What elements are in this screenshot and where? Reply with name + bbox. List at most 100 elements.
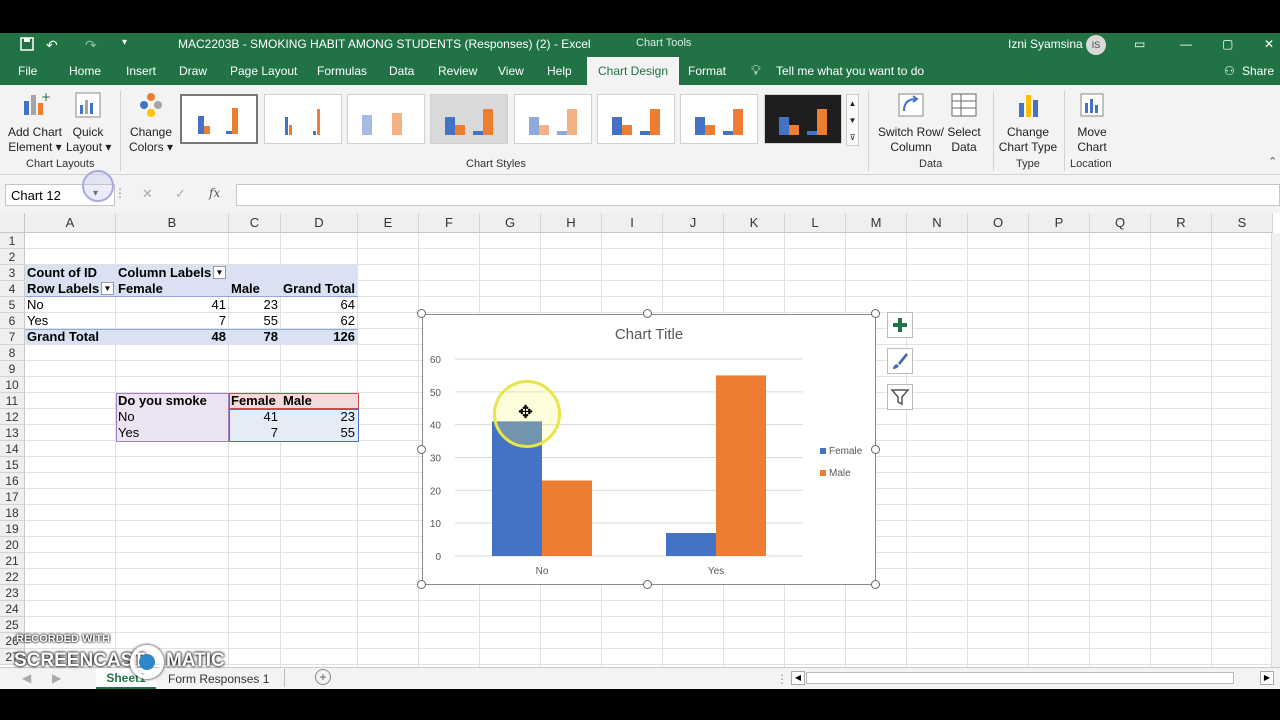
share-button[interactable]: Share — [1242, 64, 1274, 78]
column-header[interactable]: P — [1029, 213, 1090, 233]
customize-icon[interactable]: ▾ — [122, 37, 127, 48]
row-header[interactable]: 18 — [0, 505, 25, 521]
switch-row-column-button[interactable]: Switch Row/ Column — [876, 91, 946, 155]
quick-layout-button[interactable]: Quick Layout ▾ — [66, 91, 111, 155]
save-icon[interactable] — [20, 37, 34, 54]
row-header[interactable]: 25 — [0, 617, 25, 633]
column-header[interactable]: N — [907, 213, 968, 233]
user-name[interactable]: Izni Syamsina — [1008, 37, 1083, 51]
vertical-scrollbar[interactable] — [1271, 233, 1280, 667]
cancel-icon[interactable]: ✕ — [142, 186, 153, 202]
source-row-label[interactable]: Yes — [118, 425, 139, 441]
pivot-col-grand-total[interactable]: Grand Total — [283, 281, 355, 297]
resize-handle[interactable] — [871, 309, 880, 318]
column-header[interactable]: Q — [1090, 213, 1151, 233]
chart-style-7[interactable] — [680, 94, 758, 144]
row-header[interactable]: 2 — [0, 249, 25, 265]
tab-file[interactable]: File — [18, 64, 37, 78]
source-col-male[interactable]: Male — [283, 393, 312, 409]
resize-handle[interactable] — [417, 309, 426, 318]
pivot-row-label[interactable]: No — [27, 297, 44, 313]
resize-handle[interactable] — [643, 309, 652, 318]
resize-handle[interactable] — [417, 445, 426, 454]
resize-handle[interactable] — [417, 580, 426, 589]
column-header[interactable]: F — [419, 213, 480, 233]
row-header[interactable]: 23 — [0, 585, 25, 601]
chart-styles-scroll[interactable]: ▲ ▼ ⊽ — [846, 94, 859, 146]
tab-help[interactable]: Help — [547, 64, 572, 78]
row-header[interactable]: 20 — [0, 537, 25, 553]
move-chart-button[interactable]: Move Chart — [1068, 91, 1116, 155]
row-header[interactable]: 16 — [0, 473, 25, 489]
scroll-left-icon[interactable]: ◀ — [791, 671, 805, 685]
tell-me-search[interactable]: Tell me what you want to do — [776, 64, 924, 78]
tab-home[interactable]: Home — [69, 64, 101, 78]
tab-formulas[interactable]: Formulas — [317, 64, 367, 78]
row-header[interactable]: 15 — [0, 457, 25, 473]
minimize-icon[interactable]: — — [1180, 37, 1192, 51]
pivot-cell-male[interactable]: 55 — [231, 313, 278, 329]
pivot-cell-male[interactable]: 23 — [231, 297, 278, 313]
pivot-cell-total[interactable]: 64 — [283, 297, 355, 313]
pivot-count-label[interactable]: Count of ID — [27, 265, 97, 281]
column-header[interactable]: C — [229, 213, 281, 233]
formula-input[interactable] — [236, 184, 1280, 206]
resize-handle[interactable] — [643, 580, 652, 589]
tab-format[interactable]: Format — [688, 64, 726, 78]
pivot-total-male[interactable]: 78 — [231, 329, 278, 345]
chart-style-6[interactable] — [597, 94, 675, 144]
column-header[interactable]: E — [358, 213, 419, 233]
bar-female-yes[interactable] — [666, 533, 716, 556]
scroll-right-icon[interactable]: ▶ — [1260, 671, 1274, 685]
resize-handle[interactable] — [871, 580, 880, 589]
tab-data[interactable]: Data — [389, 64, 414, 78]
enter-icon[interactable]: ✓ — [175, 186, 186, 202]
row-header[interactable]: 14 — [0, 441, 25, 457]
tab-page-layout[interactable]: Page Layout — [230, 64, 297, 78]
close-icon[interactable]: ✕ — [1264, 37, 1274, 51]
legend-label[interactable]: Female — [829, 446, 863, 457]
pivot-cell-female[interactable]: 7 — [118, 313, 226, 329]
chart-style-3[interactable] — [347, 94, 425, 144]
row-header[interactable]: 12 — [0, 409, 25, 425]
source-cell-male[interactable]: 23 — [283, 409, 355, 425]
sheet-tab[interactable]: Form Responses 1 — [168, 672, 269, 686]
chart-style-5[interactable] — [514, 94, 592, 144]
row-header[interactable]: 11 — [0, 393, 25, 409]
horizontal-scrollbar[interactable] — [806, 672, 1234, 684]
chart-style-4[interactable] — [430, 94, 508, 144]
share-icon[interactable]: ⚇ — [1224, 64, 1235, 78]
row-header[interactable]: 22 — [0, 569, 25, 585]
column-header[interactable]: R — [1151, 213, 1212, 233]
column-header[interactable]: K — [724, 213, 785, 233]
change-colors-button[interactable]: Change Colors ▾ — [126, 91, 176, 155]
bar-male-no[interactable] — [542, 480, 592, 556]
source-col-female[interactable]: Female — [231, 393, 276, 409]
row-header[interactable]: 19 — [0, 521, 25, 537]
chart-style-2[interactable] — [264, 94, 342, 144]
change-chart-type-button[interactable]: Change Chart Type — [998, 91, 1058, 155]
scroll-right-icon[interactable]: ▶ — [52, 671, 61, 685]
pivot-cell-female[interactable]: 41 — [118, 297, 226, 313]
row-header[interactable]: 7 — [0, 329, 25, 345]
row-header[interactable]: 5 — [0, 297, 25, 313]
chart-elements-button[interactable] — [887, 312, 913, 338]
row-header[interactable]: 9 — [0, 361, 25, 377]
tab-view[interactable]: View — [498, 64, 524, 78]
column-header[interactable]: A — [25, 213, 116, 233]
collapse-ribbon-icon[interactable]: ⌃ — [1268, 155, 1277, 168]
column-header[interactable]: I — [602, 213, 663, 233]
row-header[interactable]: 8 — [0, 345, 25, 361]
legend-label[interactable]: Male — [829, 468, 851, 479]
pivot-col-female[interactable]: Female — [118, 281, 163, 297]
redo-icon[interactable]: ↷ — [85, 37, 97, 54]
row-header[interactable]: 13 — [0, 425, 25, 441]
column-header[interactable]: L — [785, 213, 846, 233]
source-cell-female[interactable]: 41 — [231, 409, 278, 425]
filter-dropdown-icon[interactable]: ▼ — [213, 266, 226, 279]
undo-icon[interactable]: ↶ — [46, 37, 58, 54]
scroll-left-icon[interactable]: ◀ — [22, 671, 31, 685]
column-header[interactable]: G — [480, 213, 541, 233]
filter-dropdown-icon[interactable]: ▼ — [101, 282, 114, 295]
source-header[interactable]: Do you smoke — [118, 393, 207, 409]
